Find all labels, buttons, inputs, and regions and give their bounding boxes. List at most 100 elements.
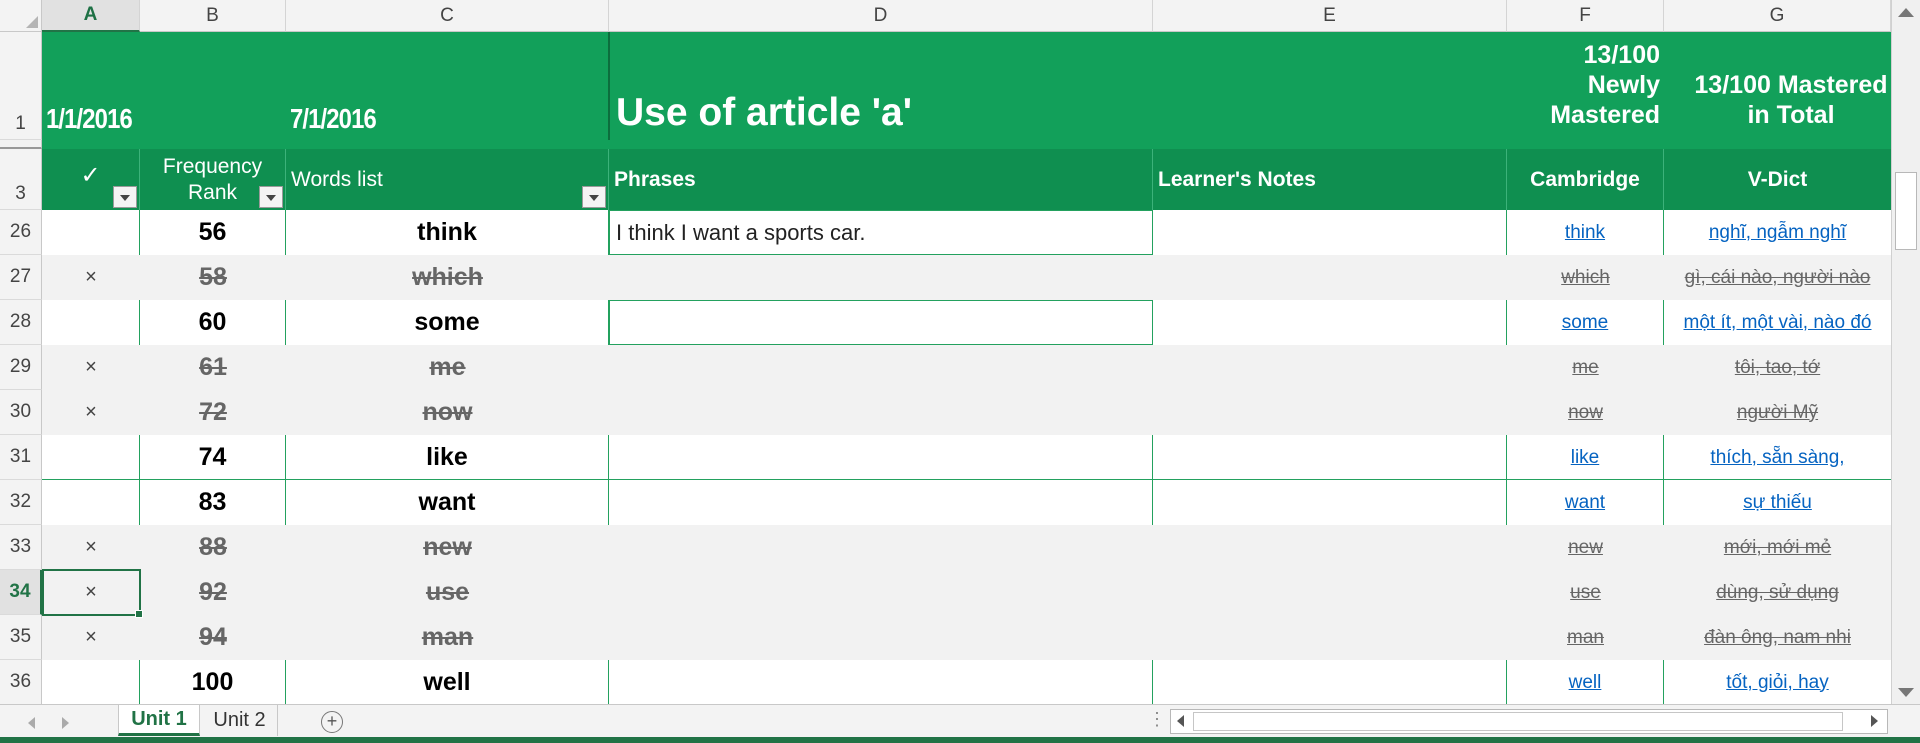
cell-mark[interactable]: × [42,390,140,435]
column-header-g[interactable]: G [1664,0,1891,32]
header-check[interactable]: ✓ [42,149,140,210]
cell-notes[interactable] [1153,660,1507,705]
row-header[interactable]: 26 [0,210,42,255]
header-rank[interactable]: Frequency Rank [140,149,286,210]
vdict-link[interactable]: mới, mới mẻ [1724,537,1831,559]
cell-rank[interactable]: 60 [140,300,286,345]
more-options-icon[interactable]: ⋮ [1148,709,1166,730]
vdict-link[interactable]: một ít, một vài, nào đó [1684,312,1872,334]
cell-word[interactable]: well [286,660,609,705]
cell-notes[interactable] [1153,345,1507,390]
header-words[interactable]: Words list [286,149,609,210]
cell-vdict[interactable]: một ít, một vài, nào đó [1664,300,1891,345]
horizontal-scroll-thumb[interactable] [1193,712,1843,731]
filter-dropdown-icon[interactable] [113,186,137,208]
cell-mark[interactable] [42,480,140,525]
column-header-b[interactable]: B [140,0,286,32]
cell-notes[interactable] [1153,435,1507,480]
row-header[interactable]: 33 [0,525,42,570]
cell-vdict[interactable]: thích, sẵn sàng, [1664,435,1891,480]
row-header-3[interactable]: 3 [0,149,42,210]
cambridge-link[interactable]: which [1561,267,1610,289]
cambridge-link[interactable]: new [1568,537,1603,559]
header-vdict[interactable]: V-Dict [1664,149,1891,210]
cell-vdict[interactable]: tôi, tao, tớ [1664,345,1891,390]
cell-cambridge[interactable]: think [1507,210,1664,255]
cell-word[interactable]: which [286,255,609,300]
cambridge-link[interactable]: well [1569,672,1602,694]
cell-cambridge[interactable]: me [1507,345,1664,390]
select-all-corner[interactable] [0,0,42,32]
cell-mark[interactable] [42,435,140,480]
cell-cambridge[interactable]: want [1507,480,1664,525]
header-phrases[interactable]: Phrases [609,149,1153,210]
cell-notes[interactable] [1153,570,1507,615]
cell-notes[interactable] [1153,300,1507,345]
cell-vdict[interactable]: sự thiếu [1664,480,1891,525]
cell-vdict[interactable]: gì, cái nào, người nào [1664,255,1891,300]
cell-phrase[interactable] [609,570,1153,615]
cell-mark[interactable]: × [42,525,140,570]
cell-vdict[interactable]: người Mỹ [1664,390,1891,435]
cell-word[interactable]: now [286,390,609,435]
cell-word[interactable]: new [286,525,609,570]
row-header[interactable]: 28 [0,300,42,345]
column-header-f[interactable]: F [1507,0,1664,32]
row-header-1[interactable]: 1 [0,32,42,140]
cell-mark[interactable]: × [42,255,140,300]
vdict-link[interactable]: tôi, tao, tớ [1735,357,1820,379]
row-header[interactable]: 31 [0,435,42,480]
add-sheet-icon[interactable]: + [321,711,343,733]
cell-rank[interactable]: 72 [140,390,286,435]
cell-mark[interactable]: × [42,345,140,390]
cell-rank[interactable]: 92 [140,570,286,615]
horizontal-scrollbar[interactable] [1170,709,1888,734]
cell-notes[interactable] [1153,615,1507,660]
column-header-e[interactable]: E [1153,0,1507,32]
cell-mark[interactable]: × [42,615,140,660]
cell-notes[interactable] [1153,210,1507,255]
cell-rank[interactable]: 74 [140,435,286,480]
cambridge-link[interactable]: use [1570,582,1601,604]
cell-phrase[interactable] [609,300,1153,345]
vdict-link[interactable]: gì, cái nào, người nào [1685,267,1871,289]
cell-cambridge[interactable]: now [1507,390,1664,435]
cell-vdict[interactable]: mới, mới mẻ [1664,525,1891,570]
column-header-d[interactable]: D [609,0,1153,32]
row-header-hidden[interactable] [0,140,42,149]
cell-rank[interactable]: 58 [140,255,286,300]
cell-rank[interactable]: 88 [140,525,286,570]
filter-dropdown-icon[interactable] [582,186,606,208]
cell-word[interactable]: some [286,300,609,345]
cell-phrase[interactable] [609,615,1153,660]
total-mastered-stat[interactable]: 13/100 Mastered in Total [1671,70,1911,130]
cell-phrase[interactable] [609,390,1153,435]
cell-word[interactable]: like [286,435,609,480]
sheet-title[interactable]: Use of article 'a' [616,91,912,135]
cell-word[interactable]: me [286,345,609,390]
cell-word[interactable]: use [286,570,609,615]
cambridge-link[interactable]: now [1568,402,1603,424]
cell-cambridge[interactable]: well [1507,660,1664,705]
row-header[interactable]: 36 [0,660,42,705]
cell-phrase[interactable]: I think I want a sports car. [609,210,1153,255]
tab-unit-2[interactable]: Unit 2 [202,705,278,736]
column-header-c[interactable]: C [286,0,609,32]
cell-mark[interactable] [42,300,140,345]
cell-rank[interactable]: 83 [140,480,286,525]
vdict-link[interactable]: tốt, giỏi, hay [1726,672,1828,694]
vertical-scrollbar[interactable] [1891,0,1920,704]
tab-unit-1[interactable]: Unit 1 [118,705,200,736]
end-date[interactable]: 7/1/2016 [290,103,377,135]
cell-phrase[interactable] [609,480,1153,525]
vdict-link[interactable]: dùng, sử dụng [1716,582,1839,604]
filter-dropdown-icon[interactable] [259,186,283,208]
scroll-up-arrow-icon[interactable] [1898,8,1914,17]
cambridge-link[interactable]: want [1565,492,1605,514]
cell-rank[interactable]: 94 [140,615,286,660]
cell-phrase[interactable] [609,660,1153,705]
cell-cambridge[interactable]: man [1507,615,1664,660]
cambridge-link[interactable]: some [1562,312,1608,334]
row-header[interactable]: 35 [0,615,42,660]
cambridge-link[interactable]: like [1571,447,1600,469]
